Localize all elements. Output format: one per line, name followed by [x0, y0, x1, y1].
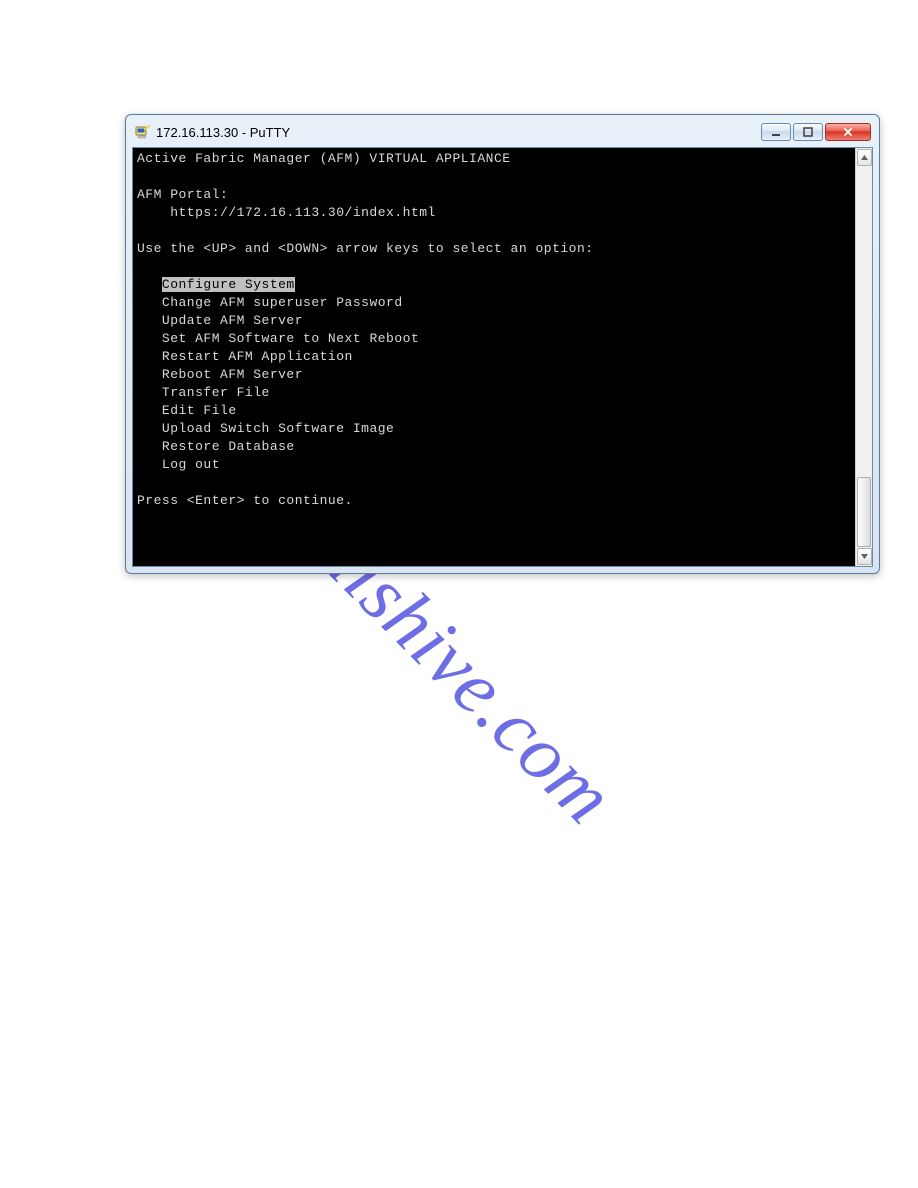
menu-item[interactable]: Upload Switch Software Image [162, 421, 394, 436]
terminal-output[interactable]: Active Fabric Manager (AFM) VIRTUAL APPL… [133, 148, 855, 566]
menu-item[interactable]: Log out [162, 457, 220, 472]
menu-item[interactable]: Restore Database [162, 439, 295, 454]
maximize-button[interactable] [793, 123, 823, 141]
menu-item-selected[interactable]: Configure System [162, 277, 295, 292]
menu-item[interactable]: Edit File [162, 403, 237, 418]
scroll-track[interactable] [856, 167, 872, 547]
client-area: Active Fabric Manager (AFM) VIRTUAL APPL… [132, 147, 873, 567]
menu-item[interactable]: Transfer File [162, 385, 270, 400]
menu-item[interactable]: Update AFM Server [162, 313, 303, 328]
scroll-up-button[interactable] [857, 149, 872, 166]
menu-item[interactable]: Set AFM Software to Next Reboot [162, 331, 419, 346]
scroll-down-button[interactable] [857, 548, 872, 565]
window-controls [761, 123, 871, 141]
close-button[interactable] [825, 123, 871, 141]
menu-item[interactable]: Change AFM superuser Password [162, 295, 403, 310]
putty-window: 172.16.113.30 - PuTTY Active Fabric Mana… [125, 114, 880, 574]
menu-item[interactable]: Restart AFM Application [162, 349, 353, 364]
titlebar[interactable]: 172.16.113.30 - PuTTY [132, 121, 873, 147]
window-title: 172.16.113.30 - PuTTY [156, 125, 761, 140]
menu-item[interactable]: Reboot AFM Server [162, 367, 303, 382]
putty-icon [134, 124, 150, 140]
scrollbar[interactable] [855, 148, 872, 566]
scroll-thumb[interactable] [857, 477, 871, 547]
minimize-button[interactable] [761, 123, 791, 141]
